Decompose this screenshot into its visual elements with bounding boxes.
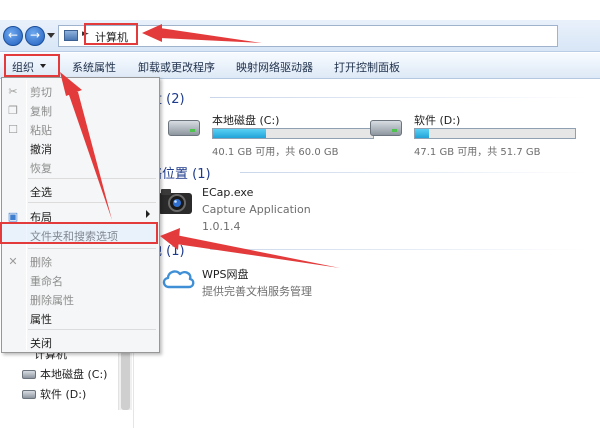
hard-drive-icon bbox=[22, 370, 36, 379]
app-description: 提供完善文档服务管理 bbox=[202, 285, 312, 298]
app-name: ECap.exe bbox=[202, 186, 254, 199]
delete-x-icon: ✕ bbox=[8, 255, 18, 268]
cloud-icon bbox=[162, 270, 195, 289]
system-properties-button[interactable]: 系统属性 bbox=[72, 59, 116, 75]
menu-item-remove-properties[interactable]: 删除属性 bbox=[30, 292, 74, 308]
menu-separator bbox=[28, 248, 156, 249]
app-description: Capture Application bbox=[202, 203, 311, 216]
recent-pages-dropdown[interactable] bbox=[47, 33, 55, 38]
menu-item-copy[interactable]: 复制 bbox=[30, 103, 52, 119]
scissors-icon: ✂ bbox=[8, 85, 18, 98]
camera-icon bbox=[158, 189, 192, 214]
menu-separator bbox=[28, 329, 156, 330]
folder-options-highlight-box bbox=[0, 222, 158, 244]
other-item-wps-cloud[interactable]: WPS网盘 提供完善文档服务管理 bbox=[156, 262, 356, 298]
menu-separator bbox=[28, 202, 156, 203]
organize-highlight-box bbox=[4, 54, 60, 77]
menu-separator bbox=[28, 178, 156, 179]
layout-icon: ▣ bbox=[7, 210, 19, 223]
content-pane: 硬盘 (2) 本地磁盘 (C:) 40.1 GB 可用，共 60.0 GB 软件… bbox=[136, 80, 600, 428]
hard-drive-icon bbox=[22, 390, 36, 399]
menu-item-delete[interactable]: 删除 bbox=[30, 254, 52, 270]
group-divider bbox=[210, 249, 590, 250]
nav-item-drive-d[interactable]: 软件 (D:) bbox=[40, 386, 86, 402]
open-control-panel-button[interactable]: 打开控制面板 bbox=[334, 59, 400, 75]
menu-item-rename[interactable]: 重命名 bbox=[30, 273, 63, 289]
back-button[interactable]: ← bbox=[3, 26, 23, 46]
paste-icon: ☐ bbox=[8, 123, 18, 136]
menu-icon-gutter bbox=[26, 80, 27, 350]
drive-name: 软件 (D:) bbox=[414, 114, 461, 127]
nav-item-drive-c[interactable]: 本地磁盘 (C:) bbox=[40, 366, 107, 382]
drive-name: 本地磁盘 (C:) bbox=[212, 114, 280, 127]
network-item-ecap[interactable]: ECap.exe Capture Application 1.0.1.4 bbox=[156, 184, 356, 234]
organize-menu: ✂ 剪切 ❐ 复制 ☐ 粘贴 撤消 恢复 全选 ▣ 布局 文件夹和搜索选项 ✕ … bbox=[1, 77, 160, 353]
menu-item-select-all[interactable]: 全选 bbox=[30, 184, 52, 200]
group-divider bbox=[240, 172, 590, 173]
drive-usage-fill bbox=[415, 129, 430, 138]
hard-drive-icon bbox=[370, 120, 402, 136]
drive-usage-bar bbox=[212, 128, 374, 139]
drive-usage-fill bbox=[213, 129, 266, 138]
map-network-drive-button[interactable]: 映射网络驱动器 bbox=[236, 59, 313, 75]
menu-item-cut[interactable]: 剪切 bbox=[30, 84, 52, 100]
submenu-arrow-icon bbox=[146, 210, 150, 218]
menu-item-properties[interactable]: 属性 bbox=[30, 311, 52, 327]
drive-usage-bar bbox=[414, 128, 576, 139]
group-divider bbox=[210, 97, 590, 98]
menu-item-close[interactable]: 关闭 bbox=[30, 335, 52, 351]
drive-free-space: 47.1 GB 可用，共 51.7 GB bbox=[414, 147, 541, 158]
app-version: 1.0.1.4 bbox=[202, 220, 241, 233]
drive-item-c[interactable]: 本地磁盘 (C:) 40.1 GB 可用，共 60.0 GB bbox=[168, 112, 388, 158]
menu-item-paste[interactable]: 粘贴 bbox=[30, 122, 52, 138]
hard-drive-icon bbox=[168, 120, 200, 136]
copy-icon: ❐ bbox=[8, 104, 18, 117]
location-highlight-box bbox=[84, 23, 138, 45]
drive-item-d[interactable]: 软件 (D:) 47.1 GB 可用，共 51.7 GB bbox=[370, 112, 590, 158]
uninstall-program-button[interactable]: 卸载或更改程序 bbox=[138, 59, 215, 75]
computer-icon bbox=[64, 30, 78, 41]
drive-free-space: 40.1 GB 可用，共 60.0 GB bbox=[212, 147, 339, 158]
menu-item-redo[interactable]: 恢复 bbox=[30, 160, 52, 176]
forward-button[interactable]: → bbox=[25, 26, 45, 46]
menu-item-undo[interactable]: 撤消 bbox=[30, 141, 52, 157]
command-bar: 组织 系统属性 卸载或更改程序 映射网络驱动器 打开控制面板 bbox=[0, 53, 600, 79]
app-name: WPS网盘 bbox=[202, 268, 249, 281]
